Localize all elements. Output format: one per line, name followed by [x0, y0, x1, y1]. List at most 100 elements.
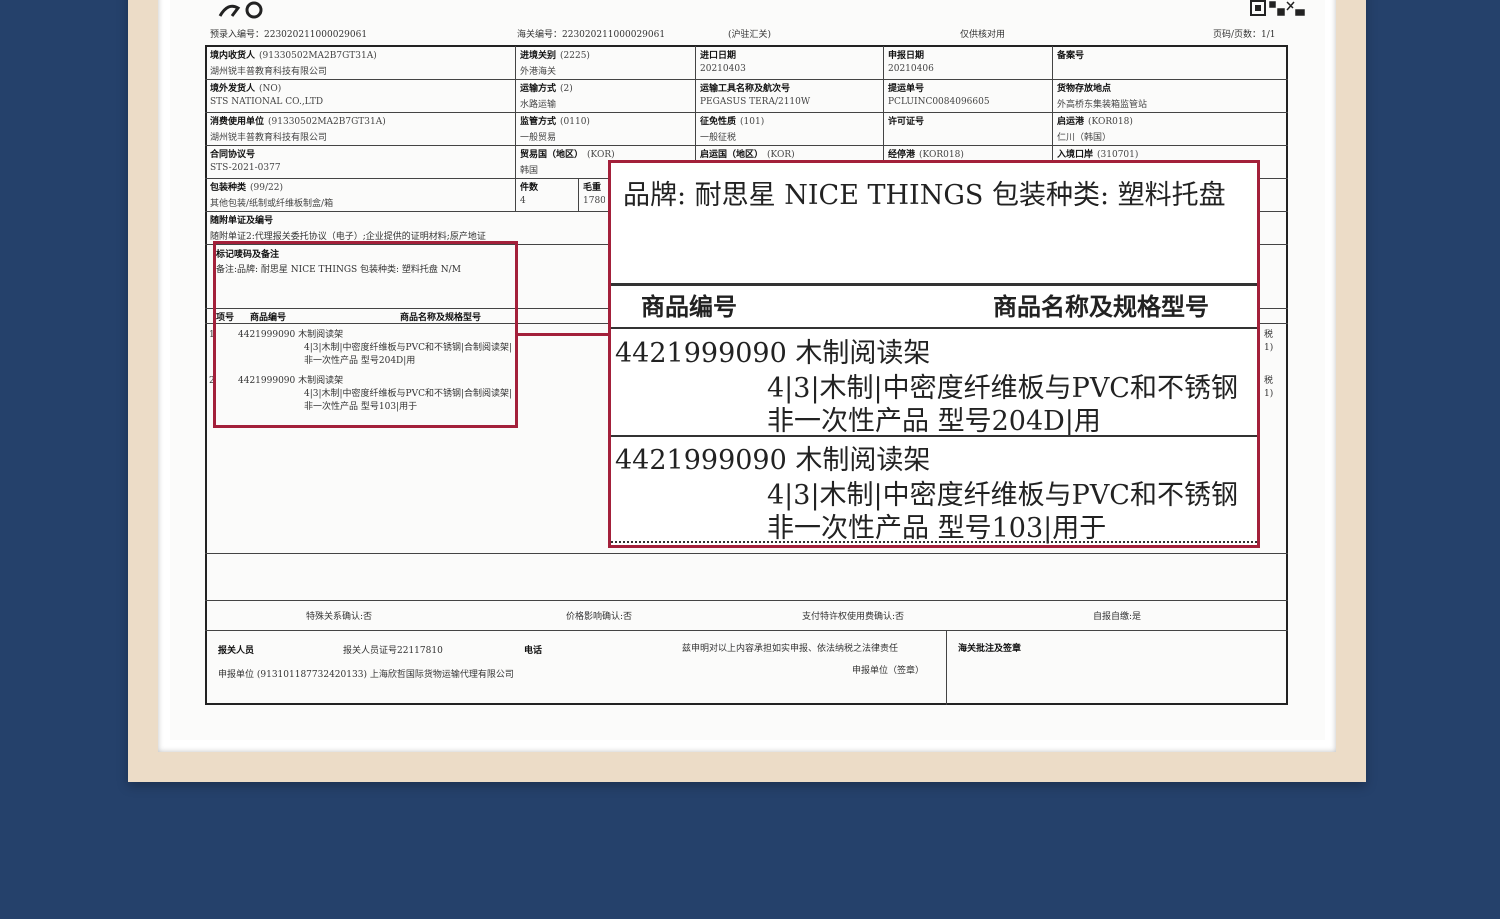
field-label: 备案号: [1057, 51, 1085, 61]
field-cell: 件数 4: [520, 180, 575, 210]
field-value: PCLUINC0084096605: [888, 97, 990, 107]
field-cell: 运输工具名称及航次号 PEGASUS TERA/2110W: [700, 81, 880, 111]
field-label: 进境关别: [520, 51, 557, 61]
zoom-col-name: 商品名称及规格型号: [993, 293, 1209, 321]
customs-number: 海关编号：223020211000029061: [517, 30, 666, 40]
field-label: 货物存放地点: [1057, 84, 1112, 94]
field-code: (KOR): [767, 150, 795, 160]
field-label: 境内收货人: [210, 51, 256, 61]
row-divider: [205, 553, 1288, 554]
field-cell: 提运单号 PCLUINC0084096605: [888, 81, 1049, 111]
zoom-item-2-line1: 4421999090 木制阅读架: [615, 445, 931, 476]
field-label: 入境口岸: [1057, 150, 1094, 160]
highlight-connector: [516, 333, 610, 336]
field-value: 外港海关: [520, 67, 557, 77]
field-value: 仁川（韩国）: [1057, 133, 1112, 143]
field-label: 监管方式: [520, 117, 557, 127]
field-value: 水路运输: [520, 100, 557, 110]
customs-seal-label: 海关批注及签章: [958, 644, 1022, 654]
field-label: 运输工具名称及航次号: [700, 84, 791, 94]
special-relationship: 特殊关系确认:否: [306, 612, 373, 622]
right-edge-text: 1): [1264, 343, 1274, 353]
field-code: (KOR): [587, 150, 615, 160]
declarant-seal: 申报单位（签章）: [852, 666, 925, 676]
field-label: 消费使用单位: [210, 117, 265, 127]
row-divider: [205, 630, 1288, 631]
field-code: (101): [740, 117, 765, 127]
field-cell: 进口日期 20210403: [700, 48, 880, 78]
barcode-icon: [1250, 0, 1305, 16]
field-cell: 启运港 (KOR018) 仁川（韩国）: [1057, 114, 1285, 144]
zoom-col-code: 商品编号: [641, 293, 737, 321]
field-value: 湖州锐丰普教育科技有限公司: [210, 67, 328, 77]
customs-logo-icon: [218, 1, 263, 19]
royalty-payment: 支付特许权使用费确认:否: [802, 612, 905, 622]
field-cell: 境外发货人 (NO) STS NATIONAL CO.,LTD: [210, 81, 512, 111]
self-declare: 自报自缴:是: [1093, 612, 1142, 622]
field-code: (310701): [1097, 150, 1139, 160]
field-cell: 消费使用单位 (91330502MA2B7GT31A) 湖州锐丰普教育科技有限公司: [210, 114, 512, 144]
zoom-item-1-line3: 非一次性产品 型号204D|用: [767, 406, 1101, 437]
zoom-item-1-line1: 4421999090 木制阅读架: [615, 338, 931, 369]
right-edge-text: 税: [1264, 376, 1274, 386]
field-label: 经停港: [888, 150, 916, 160]
right-edge-text: 税: [1264, 330, 1274, 340]
field-value: STS NATIONAL CO.,LTD: [210, 97, 324, 107]
field-label: 提运单号: [888, 84, 925, 94]
column-divider: [515, 46, 516, 211]
field-label: 境外发货人: [210, 84, 256, 94]
field-code: (2225): [560, 51, 590, 61]
field-cell: 进境关别 (2225) 外港海关: [520, 48, 692, 78]
field-cell: 包装种类 (99/22) 其他包装/纸制或纤维板制盒/箱: [210, 180, 512, 210]
verify-note: 仅供核对用: [960, 30, 1006, 40]
row-divider: [205, 600, 1288, 601]
zoom-panel: 品牌: 耐思星 NICE THINGS 包装种类: 塑料托盘 商品编号 商品名称…: [608, 160, 1260, 548]
field-label: 运输方式: [520, 84, 557, 94]
field-code: (KOR018): [1088, 117, 1133, 127]
row-divider: [205, 112, 1288, 113]
field-label: 毛重: [583, 183, 602, 193]
field-cell: 毛重 1780: [583, 180, 605, 210]
field-value: 外高桥东集装箱监管站: [1057, 100, 1148, 110]
field-label: 件数: [520, 183, 539, 193]
field-label: 许可证号: [888, 117, 925, 127]
field-label: 申报日期: [888, 51, 925, 61]
field-label: 合同协议号: [210, 150, 256, 160]
field-value: 一般征税: [700, 133, 737, 143]
field-code: (91330502MA2B7GT31A): [259, 51, 377, 61]
field-value: 其他包装/纸制或纤维板制盒/箱: [210, 199, 334, 209]
field-cell: 备案号: [1057, 48, 1285, 78]
column-divider: [578, 178, 579, 211]
field-value: STS-2021-0377: [210, 163, 281, 173]
field-label: 启运国（地区）: [700, 150, 764, 160]
price-influence: 价格影响确认:否: [566, 612, 633, 622]
customs-branch: (沪驻汇关): [728, 30, 772, 40]
column-divider: [695, 46, 696, 178]
field-code: (0110): [560, 117, 590, 127]
field-code: (99/22): [250, 183, 283, 193]
field-value: 20210406: [888, 64, 934, 74]
field-value: 20210403: [700, 64, 746, 74]
field-value: 湖州锐丰普教育科技有限公司: [210, 133, 328, 143]
field-cell: 境内收货人 (91330502MA2B7GT31A) 湖州锐丰普教育科技有限公司: [210, 48, 512, 78]
phone-label: 电话: [524, 646, 543, 656]
legal-declaration: 兹申明对以上内容承担如实申报、依法纳税之法律责任: [682, 644, 899, 654]
field-code: (2): [560, 84, 573, 94]
field-cell: 监管方式 (0110) 一般贸易: [520, 114, 692, 144]
attached-docs-label: 随附单证及编号: [210, 216, 274, 226]
row-divider: [205, 79, 1288, 80]
column-divider: [1052, 46, 1053, 178]
right-edge-text: 1): [1264, 389, 1274, 399]
page-count: 页码/页数：1/1: [1213, 30, 1276, 40]
row-divider: [205, 145, 1288, 146]
declaring-unit: 申报单位 (913101187732420133) 上海欣哲国际货物运输代理有限…: [218, 670, 514, 680]
field-label: 进口日期: [700, 51, 737, 61]
field-cell: 申报日期 20210406: [888, 48, 1049, 78]
field-code: (NO): [259, 84, 282, 94]
field-code: (91330502MA2B7GT31A): [268, 117, 386, 127]
field-cell: 合同协议号 STS-2021-0377: [210, 147, 512, 177]
column-divider: [946, 630, 947, 705]
broker-label: 报关人员: [218, 646, 255, 656]
highlight-box: [213, 241, 518, 428]
field-label: 征免性质: [700, 117, 737, 127]
